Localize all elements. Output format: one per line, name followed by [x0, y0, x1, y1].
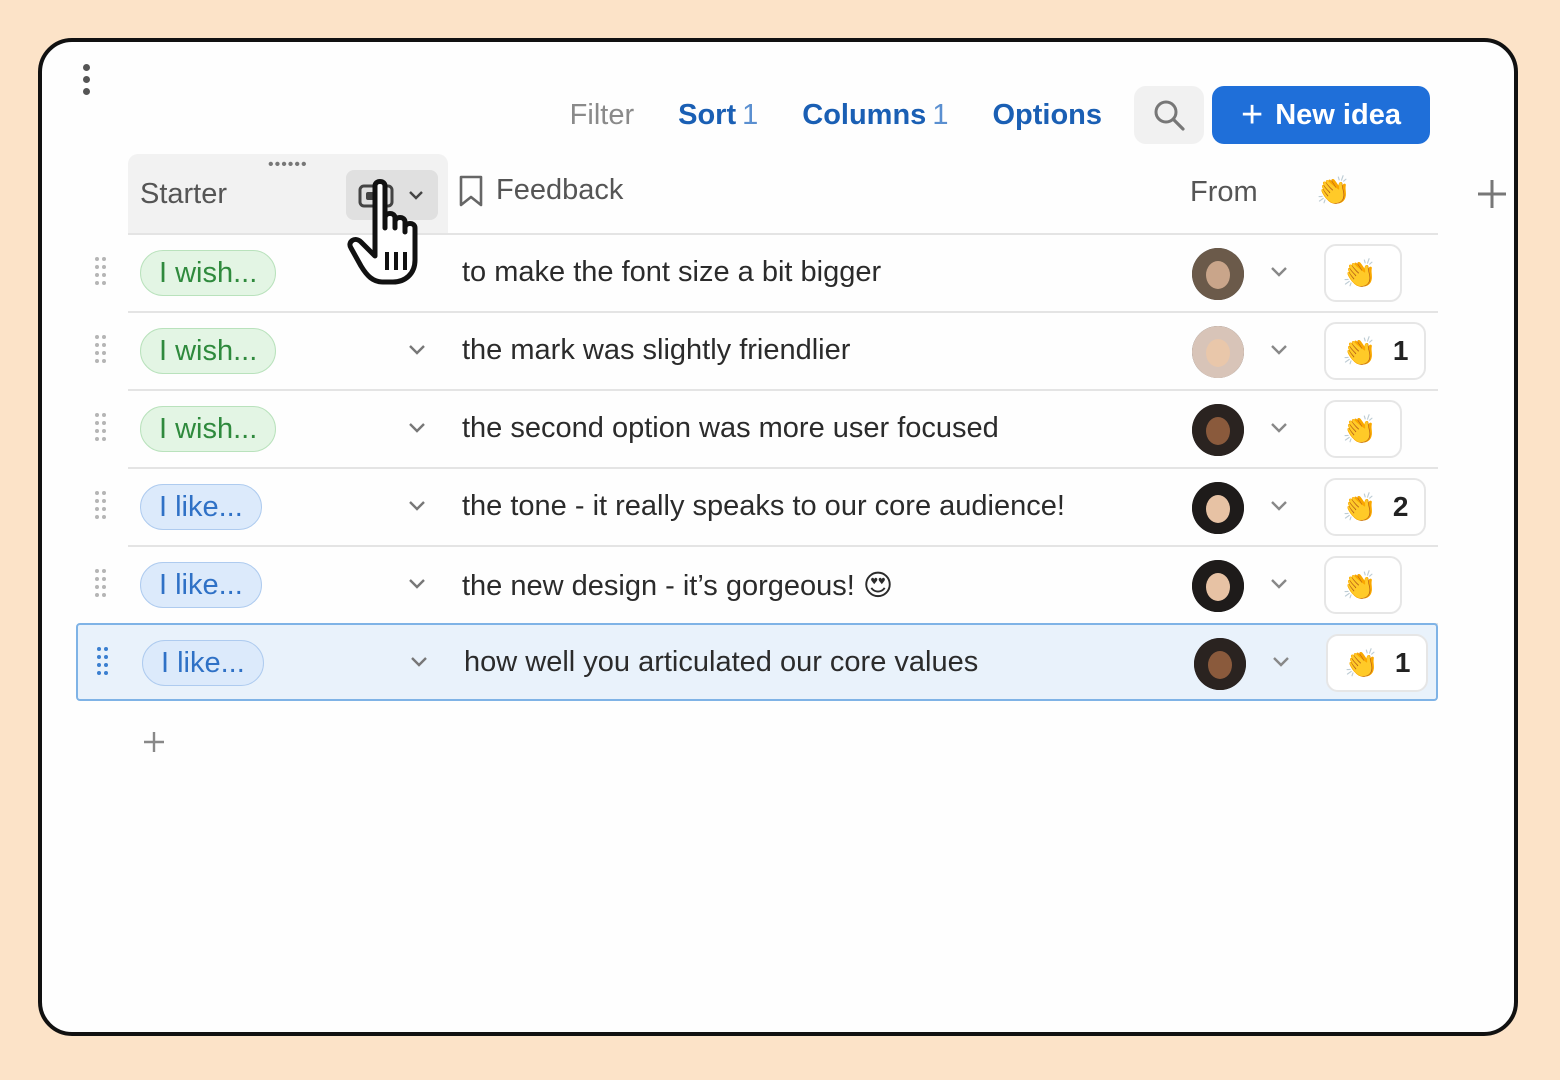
clap-button[interactable]: 👏 1	[1324, 322, 1427, 380]
avatar-woman-dark-hair[interactable]	[1192, 482, 1244, 534]
chevron-down-icon[interactable]	[410, 655, 428, 669]
clap-count: 1	[1392, 335, 1409, 366]
new-idea-label: New idea	[1275, 98, 1401, 131]
filter-label: Filter	[569, 98, 635, 131]
columns-label: Columns	[802, 98, 927, 131]
clap-count: 2	[1392, 491, 1409, 522]
starter-tag[interactable]: I wish...	[140, 328, 277, 374]
avatar-woman-curly[interactable]	[1194, 638, 1246, 690]
bookmark-icon	[459, 175, 483, 206]
column-drag-handle-icon[interactable]: ••••••	[268, 156, 308, 174]
avatar-man-beard[interactable]	[1192, 248, 1244, 300]
clap-icon: 👏	[1342, 335, 1377, 367]
starter-tag[interactable]: I wish...	[140, 406, 277, 452]
options-button[interactable]: Options	[992, 99, 1102, 132]
kebab-menu-icon[interactable]	[81, 64, 91, 96]
clap-count: 1	[1394, 647, 1411, 678]
starter-tag[interactable]: I like...	[142, 640, 264, 686]
pointer-hand-icon	[347, 179, 418, 285]
sort-label: Sort	[678, 98, 737, 131]
table-row[interactable]: I wish... the second option was more user…	[95, 391, 1438, 469]
drag-handle-icon[interactable]	[97, 647, 111, 679]
avatar-woman-dark-hair[interactable]	[1192, 560, 1244, 612]
avatar-woman-light[interactable]	[1192, 326, 1244, 378]
feedback-text[interactable]: how well you articulated our core values	[464, 646, 978, 679]
feedback-text[interactable]: the second option was more user focused	[462, 412, 999, 445]
starter-tag[interactable]: I wish...	[140, 250, 277, 296]
clap-button[interactable]: 👏	[1324, 556, 1402, 614]
plus-icon: +	[1241, 94, 1264, 136]
table-row[interactable]: I like... the new design - it’s gorgeous!…	[95, 547, 1438, 625]
clap-icon[interactable]: 👏	[1316, 174, 1351, 207]
feedback-text[interactable]: the new design - it’s gorgeous! 😍	[462, 568, 893, 603]
chevron-down-icon[interactable]	[408, 343, 426, 357]
chevron-down-icon[interactable]	[1270, 577, 1288, 591]
column-header-label: Starter	[140, 178, 228, 210]
sort-count: 1	[742, 98, 759, 131]
feedback-text[interactable]: to make the font size a bit bigger	[462, 256, 881, 289]
search-button[interactable]	[1134, 86, 1204, 144]
drag-handle-icon[interactable]	[95, 413, 109, 445]
clap-icon: 👏	[1342, 569, 1377, 601]
clap-button[interactable]: 👏	[1324, 244, 1402, 302]
filter-button[interactable]: Filter	[570, 99, 634, 132]
new-idea-button[interactable]: + New idea	[1212, 86, 1430, 144]
table-row[interactable]: I wish... to make the font size a bit big…	[95, 235, 1438, 313]
avatar-woman-curly[interactable]	[1192, 404, 1244, 456]
drag-handle-icon[interactable]	[95, 569, 109, 601]
clap-icon: 👏	[1342, 491, 1377, 523]
chevron-down-icon[interactable]	[1270, 265, 1288, 279]
chevron-down-icon[interactable]	[408, 421, 426, 435]
chevron-down-icon[interactable]	[408, 499, 426, 513]
starter-tag[interactable]: I like...	[140, 484, 262, 530]
clap-icon: 👏	[1344, 647, 1379, 679]
column-header-feedback-label: Feedback	[496, 174, 624, 206]
chevron-down-icon[interactable]	[1270, 343, 1288, 357]
feedback-text[interactable]: the mark was slightly friendlier	[462, 334, 850, 367]
chevron-down-icon[interactable]	[1270, 421, 1288, 435]
clap-button[interactable]: 👏 1	[1326, 634, 1429, 692]
table-row[interactable]: I wish... the mark was slightly friendlie…	[95, 313, 1438, 391]
clap-button[interactable]: 👏 2	[1324, 478, 1427, 536]
drag-handle-icon[interactable]	[95, 335, 109, 367]
options-label: Options	[992, 98, 1102, 131]
drag-handle-icon[interactable]	[95, 491, 109, 523]
plus-icon	[144, 732, 164, 752]
columns-count: 1	[932, 98, 949, 131]
table-row[interactable]: I like... how well you articulated our co…	[76, 623, 1438, 701]
chevron-down-icon[interactable]	[1272, 655, 1290, 669]
column-header-from[interactable]: From	[1190, 176, 1258, 209]
toolbar: Filter Sort 1 Columns 1 Options + New idea	[570, 86, 1430, 144]
feedback-table-card: Filter Sort 1 Columns 1 Options + New idea…	[38, 38, 1518, 1036]
plus-icon	[1478, 180, 1506, 208]
chevron-down-icon[interactable]	[408, 577, 426, 591]
table-row[interactable]: I like... the tone - it really speaks to …	[95, 469, 1438, 547]
search-icon	[1154, 100, 1185, 131]
column-header-feedback[interactable]: Feedback	[458, 174, 623, 207]
drag-handle-icon[interactable]	[95, 257, 109, 289]
starter-tag[interactable]: I like...	[140, 562, 262, 608]
add-column-button[interactable]	[1476, 178, 1508, 215]
sort-button[interactable]: Sort 1	[678, 99, 758, 132]
feedback-text[interactable]: the tone - it really speaks to our core …	[462, 490, 1065, 523]
clap-icon: 👏	[1342, 257, 1377, 289]
columns-button[interactable]: Columns 1	[802, 99, 948, 132]
clap-icon: 👏	[1342, 413, 1377, 445]
add-row-button[interactable]	[142, 730, 166, 759]
clap-button[interactable]: 👏	[1324, 400, 1402, 458]
chevron-down-icon[interactable]	[1270, 499, 1288, 513]
